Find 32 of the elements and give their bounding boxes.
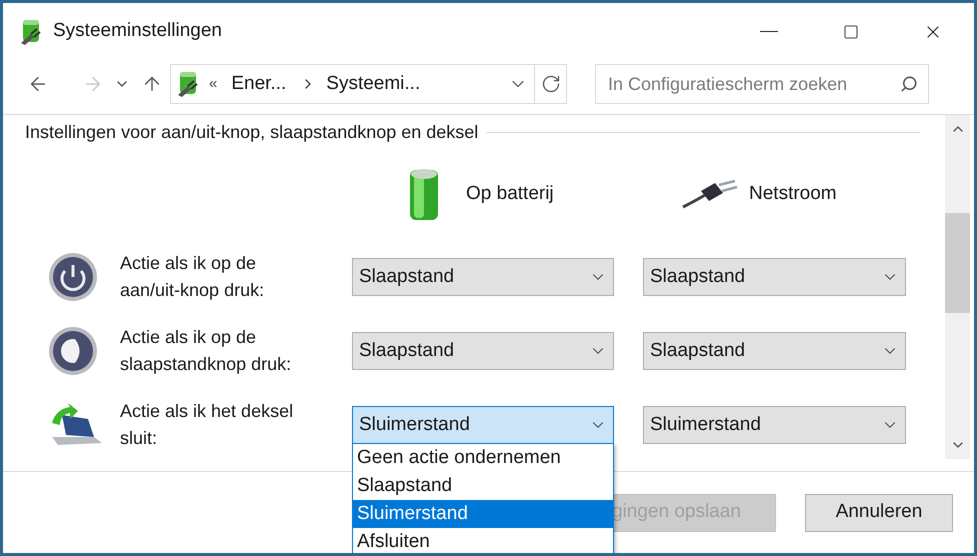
address-bar[interactable]: « Ener... Systeemi... bbox=[170, 64, 567, 104]
dropdown-option[interactable]: Sluimerstand bbox=[353, 500, 613, 528]
dropdown-field[interactable]: Sluimerstand bbox=[643, 406, 906, 444]
scrollbar-thumb[interactable] bbox=[945, 213, 970, 313]
search-icon bbox=[900, 75, 918, 93]
column-heading: Netstroom bbox=[749, 182, 837, 206]
search-field[interactable]: In Configuratiescherm zoeken bbox=[595, 64, 929, 104]
breadcrumb[interactable]: Ener... bbox=[231, 70, 286, 98]
dropdown-option[interactable]: Geen actie ondernemen bbox=[353, 444, 613, 472]
refresh-icon bbox=[540, 74, 560, 94]
dropdown-field[interactable]: Slaapstand bbox=[352, 258, 614, 296]
search-input[interactable]: In Configuratiescherm zoeken bbox=[608, 70, 878, 98]
setting-label: Actie als ik op de aan/uit-knop druk: bbox=[120, 252, 266, 302]
dropdown-field[interactable]: Sluimerstand bbox=[352, 406, 614, 444]
minimize-icon bbox=[760, 31, 778, 32]
section-heading: Instellingen voor aan/uit-knop, slaapstandknop en deksel bbox=[25, 121, 478, 144]
column-heading: Op batterij bbox=[466, 182, 554, 206]
overflow-marker[interactable]: « bbox=[209, 72, 218, 96]
setting-label: Actie als ik het deksel sluit: bbox=[120, 400, 294, 450]
dropdown-field[interactable]: Slaapstand bbox=[352, 332, 614, 370]
dropdown-field[interactable]: Slaapstand bbox=[643, 332, 906, 370]
plug-icon bbox=[681, 179, 739, 209]
maximize-icon bbox=[843, 24, 859, 40]
window-title: Systeeminstellingen bbox=[53, 19, 222, 44]
power-icon bbox=[48, 252, 98, 302]
footer-button[interactable]: Annuleren bbox=[805, 494, 953, 532]
moon-icon bbox=[48, 326, 98, 376]
battery-icon bbox=[408, 166, 440, 222]
dropdown-field[interactable]: Slaapstand bbox=[643, 258, 906, 296]
breadcrumb[interactable]: Systeemi... bbox=[326, 70, 420, 98]
scrollbar[interactable] bbox=[945, 115, 970, 459]
setting-label: Actie als ik op de slaapstandknop druk: bbox=[120, 326, 292, 376]
